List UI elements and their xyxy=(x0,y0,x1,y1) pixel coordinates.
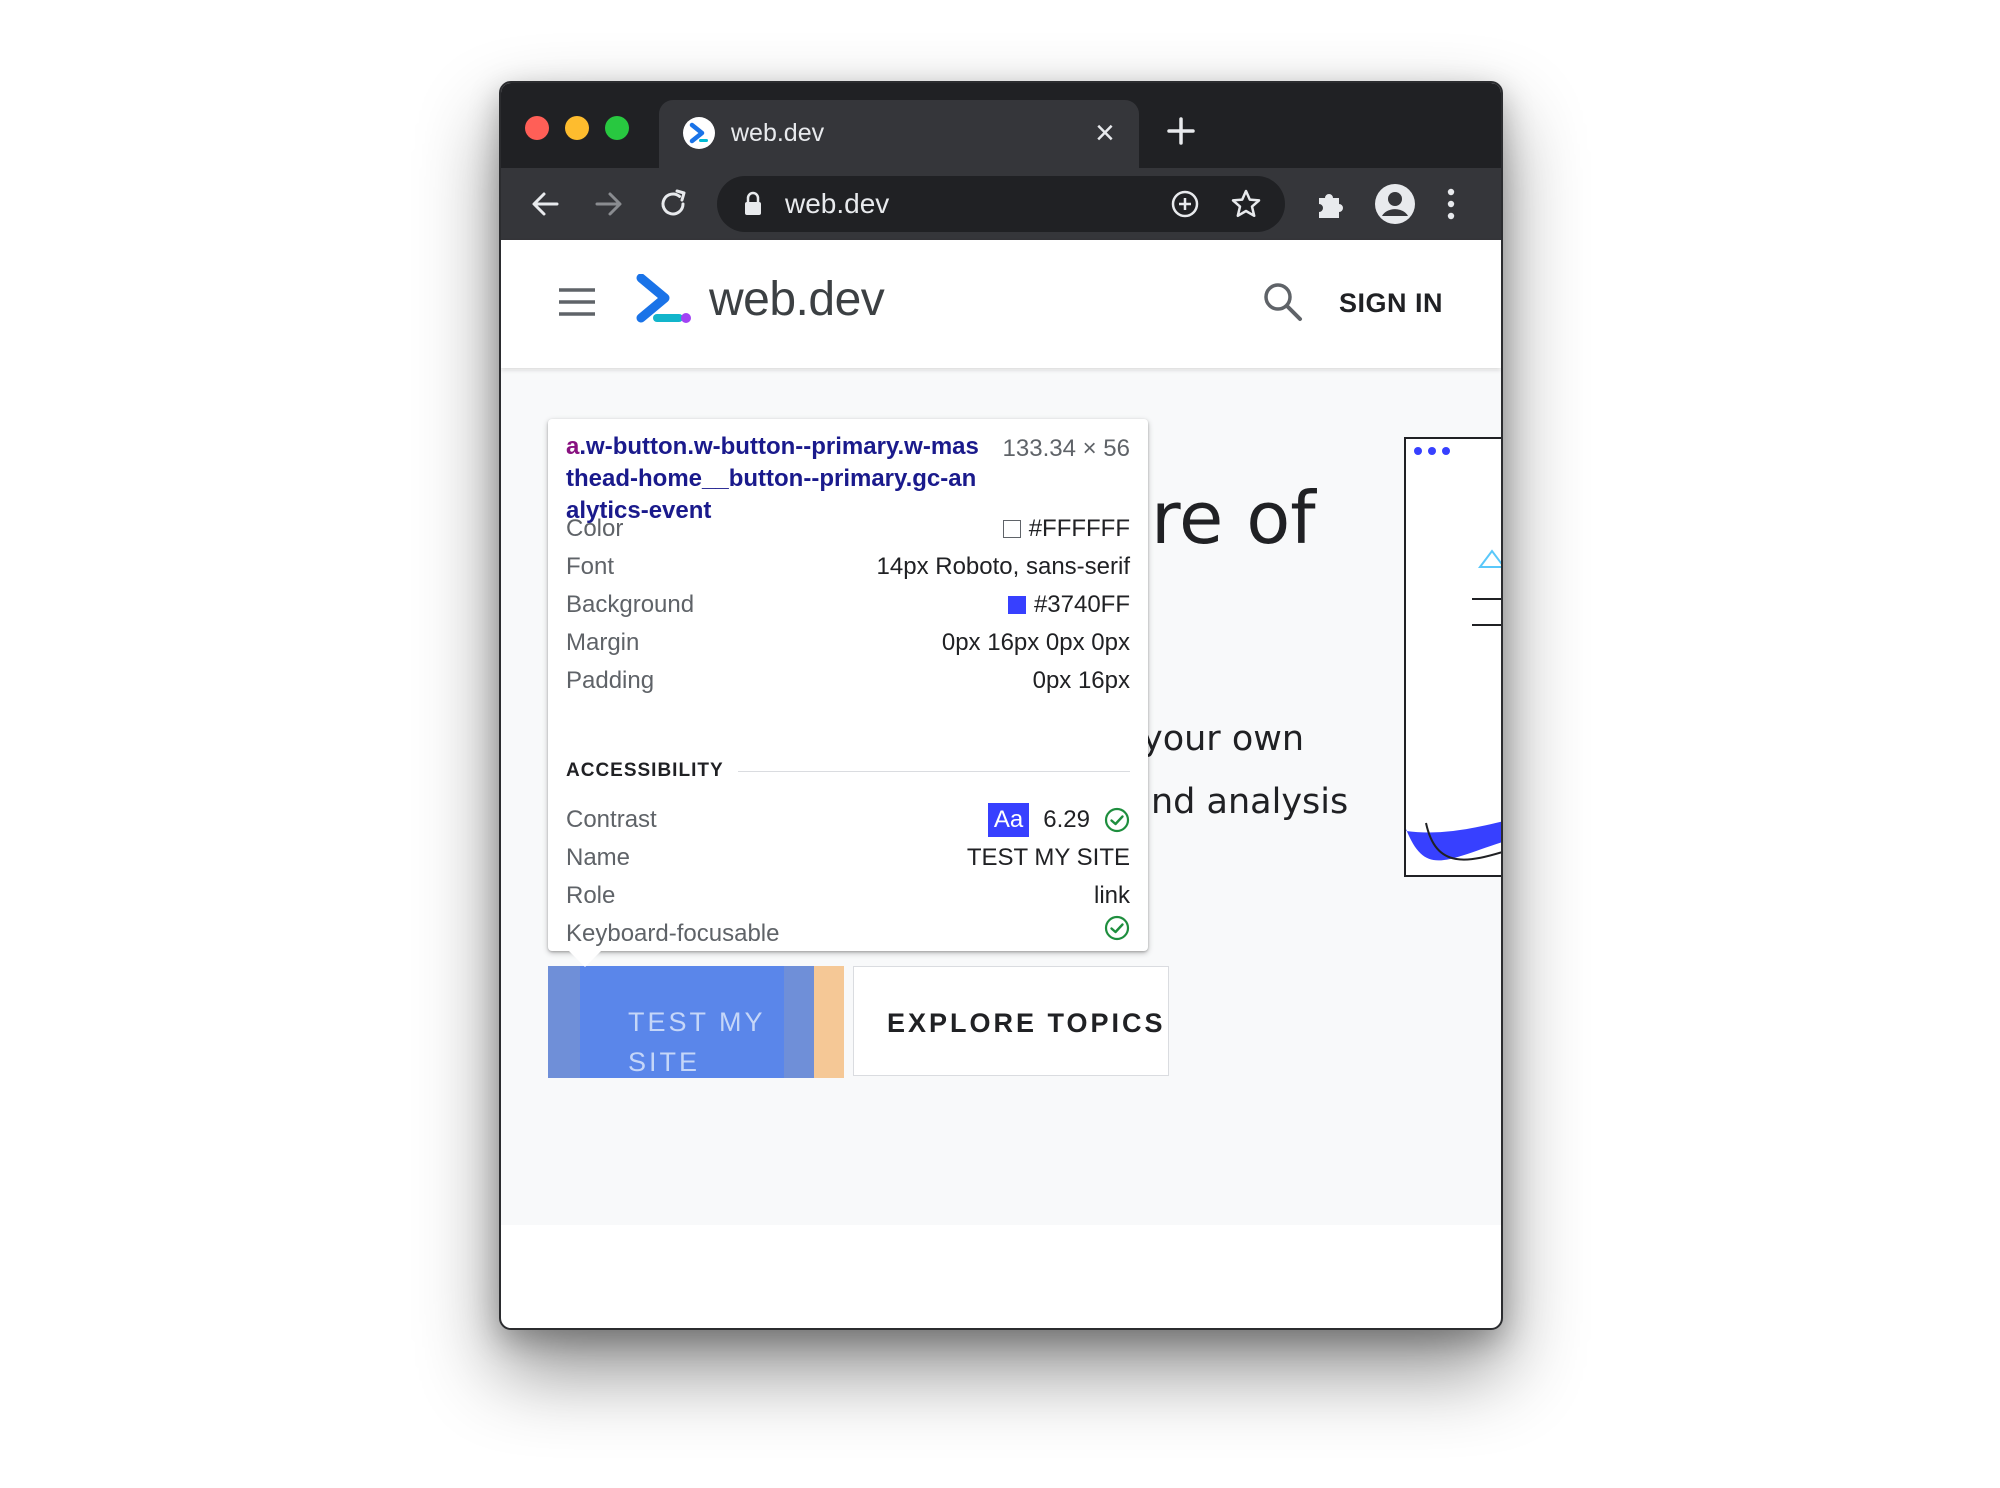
contrast-ratio: 6.29 xyxy=(1043,806,1090,833)
address-bar[interactable]: web.dev xyxy=(717,176,1285,232)
test-my-site-label: TEST MY SITE xyxy=(628,1007,766,1077)
close-window-button[interactable] xyxy=(525,116,549,140)
property-label: Contrast xyxy=(566,806,657,833)
property-label: Role xyxy=(566,882,616,909)
property-value: 14px Roboto, sans-serif xyxy=(876,553,1130,580)
site-logo-text[interactable]: web.dev xyxy=(709,270,885,330)
hero-body-line-2: nd analysis xyxy=(1151,782,1349,822)
contrast-sample: Aa xyxy=(987,803,1030,837)
explore-topics-button[interactable]: EXPLORE TOPICS xyxy=(853,966,1169,1076)
accessibility-heading: ACCESSIBILITY xyxy=(566,760,724,781)
install-app-icon[interactable] xyxy=(1169,188,1201,225)
webdev-logo-icon[interactable] xyxy=(635,273,695,331)
test-my-site-button[interactable]: TEST MY SITE xyxy=(548,966,814,1078)
browser-window: web.dev × web.dev web.dev SIGN IN re of … xyxy=(499,81,1503,1330)
property-value: 0px 16px 0px 0px xyxy=(941,629,1130,656)
tooltip-arrow xyxy=(569,951,601,967)
property-value: #FFFFFF xyxy=(1028,515,1130,542)
property-label: Font xyxy=(566,553,615,580)
url-text: web.dev xyxy=(785,188,890,219)
property-row-name: Name TEST MY SITE xyxy=(566,839,1130,877)
property-label: Background xyxy=(566,591,695,618)
lock-icon xyxy=(741,191,765,222)
property-row-role: Role link xyxy=(566,877,1130,915)
extensions-puzzle-icon[interactable] xyxy=(1311,184,1351,229)
property-row-keyboard-focusable: Keyboard-focusable xyxy=(566,915,1130,953)
property-label: Keyboard-focusable xyxy=(566,920,780,947)
property-label: Name xyxy=(566,844,631,871)
zoom-window-button[interactable] xyxy=(605,116,629,140)
property-label: Padding xyxy=(566,667,655,694)
title-bar: web.dev × xyxy=(501,83,1501,168)
property-value: #3740FF xyxy=(1033,591,1130,618)
new-tab-icon[interactable] xyxy=(1163,113,1199,149)
property-row-background: Background #3740FF xyxy=(566,586,1130,624)
check-circle-icon xyxy=(1104,915,1130,941)
property-row-contrast: Contrast Aa 6.29 xyxy=(566,801,1130,839)
property-row-margin: Margin 0px 16px 0px 0px xyxy=(566,624,1130,662)
check-circle-icon xyxy=(1104,807,1130,833)
color-swatch xyxy=(1002,520,1021,538)
tab-title: web.dev xyxy=(731,119,825,147)
minimize-window-button[interactable] xyxy=(565,116,589,140)
tab-webdev[interactable]: web.dev × xyxy=(659,100,1139,168)
inspect-tooltip: a.w-button.w-button--primary.w-masthead-… xyxy=(548,419,1148,951)
property-label: Margin xyxy=(566,629,640,656)
property-label: Color xyxy=(566,515,624,542)
webdev-favicon-icon xyxy=(683,117,715,149)
property-value: link xyxy=(1093,882,1130,909)
back-arrow-icon[interactable] xyxy=(527,186,563,227)
background-swatch xyxy=(1007,596,1026,614)
profile-avatar-icon[interactable] xyxy=(1373,182,1417,231)
hamburger-menu-icon[interactable] xyxy=(557,286,597,323)
property-row-color: Color #FFFFFF xyxy=(566,510,1130,548)
margin-highlight xyxy=(814,966,844,1078)
search-icon[interactable] xyxy=(1261,280,1305,329)
element-size: 133.34 × 56 xyxy=(1002,435,1130,462)
sign-in-link[interactable]: SIGN IN xyxy=(1339,286,1443,320)
property-value: TEST MY SITE xyxy=(966,844,1130,871)
bookmark-star-icon[interactable] xyxy=(1229,187,1263,226)
browser-toolbar: web.dev xyxy=(501,168,1501,240)
selector-tag: a xyxy=(566,433,580,460)
property-row-font: Font 14px Roboto, sans-serif xyxy=(566,548,1130,586)
more-menu-icon[interactable] xyxy=(1443,184,1459,229)
reload-icon[interactable] xyxy=(655,186,691,227)
site-header: web.dev SIGN IN xyxy=(501,240,1501,368)
property-row-padding: Padding 0px 16px xyxy=(566,662,1130,700)
property-value: 0px 16px xyxy=(1032,667,1130,694)
explore-topics-label: EXPLORE TOPICS xyxy=(887,1008,1166,1038)
tab-close-icon[interactable]: × xyxy=(1095,116,1115,150)
section-divider xyxy=(738,771,1130,772)
hero-body-line-1: your own xyxy=(1142,719,1305,759)
hero-illustration xyxy=(1404,437,1501,877)
hero-headline: re of xyxy=(1151,476,1316,560)
forward-arrow-icon[interactable] xyxy=(591,186,627,227)
